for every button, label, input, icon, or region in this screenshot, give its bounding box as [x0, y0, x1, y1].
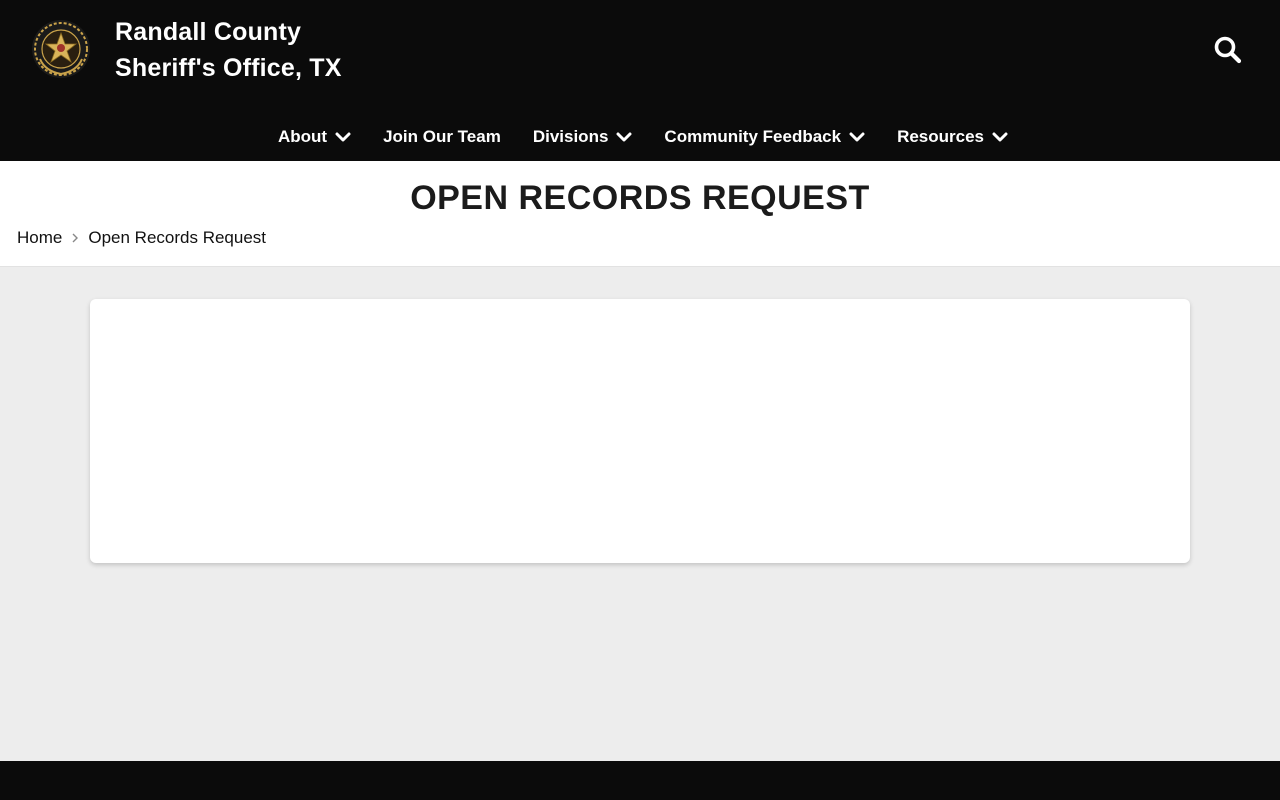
site-title-line-1: Randall County [115, 18, 302, 46]
content-card [90, 299, 1190, 563]
chevron-right-icon [72, 233, 79, 243]
site-header: Randall County Sheriff's Office, TX Abou… [0, 0, 1280, 161]
site-footer [0, 761, 1280, 800]
breadcrumb-home-link[interactable]: Home [17, 228, 62, 248]
chevron-down-icon [992, 132, 1008, 142]
nav-item-about[interactable]: About [278, 118, 351, 156]
site-title[interactable]: Randall County Sheriff's Office, TX [115, 14, 415, 86]
nav-item-label: Divisions [532, 127, 609, 146]
nav-item-resources[interactable]: Resources [897, 118, 1008, 156]
breadcrumb-current: Open Records Request [88, 228, 267, 247]
page-title: OPEN RECORDS REQUEST [410, 179, 870, 217]
nav-item-label: Community Feedback [664, 127, 842, 146]
chevron-down-icon [335, 132, 351, 142]
page-title-band: OPEN RECORDS REQUEST Home Open Records R… [0, 161, 1280, 267]
nav-item-join-our-team[interactable]: Join Our Team [383, 118, 501, 156]
site-title-line-2: Sheriff's Office, TX [115, 54, 342, 82]
search-icon[interactable] [1212, 34, 1244, 66]
chevron-down-icon [849, 132, 865, 142]
breadcrumb: Home Open Records Request [17, 228, 266, 248]
nav-item-community-feedback[interactable]: Community Feedback [664, 118, 865, 156]
nav-item-label: Resources [897, 127, 985, 146]
nav-item-label: About [277, 127, 328, 146]
nav-item-divisions[interactable]: Divisions [533, 118, 633, 156]
chevron-down-icon [616, 132, 632, 142]
nav-item-label: Join Our Team [383, 127, 501, 146]
sheriff-star-badge-icon[interactable] [31, 19, 91, 79]
main-nav: About Join Our Team Divisions Community … [0, 118, 1280, 156]
